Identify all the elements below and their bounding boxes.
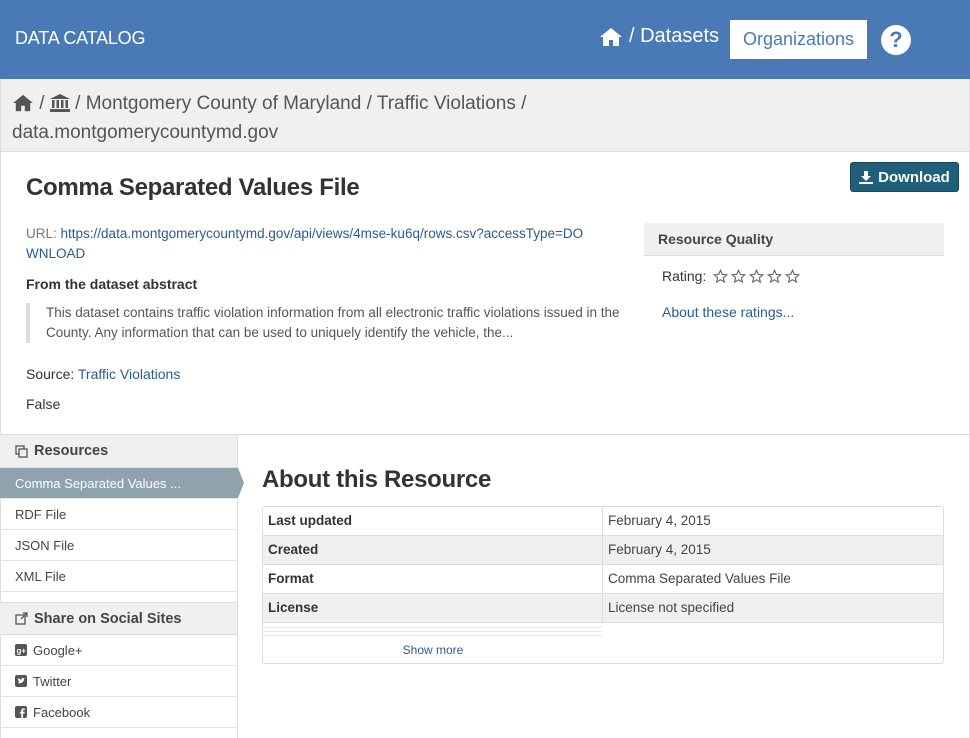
- sidebar: Resources Comma Separated Values ... RDF…: [0, 435, 244, 738]
- svg-text:g+: g+: [17, 647, 27, 656]
- breadcrumb-institution-icon[interactable]: [49, 94, 70, 120]
- share-icon: [15, 612, 28, 625]
- share-twitter[interactable]: Twitter: [0, 666, 237, 697]
- resource-url-row: URL: https://data.montgomerycountymd.gov…: [26, 224, 586, 264]
- source-link[interactable]: Traffic Violations: [78, 366, 180, 382]
- table-row: Created February 4, 2015: [263, 536, 943, 565]
- table-row: Last updated February 4, 2015: [263, 507, 943, 536]
- resource-url-link[interactable]: https://data.montgomerycountymd.gov/api/…: [26, 226, 583, 261]
- download-button[interactable]: Download: [850, 162, 959, 192]
- share-facebook[interactable]: Facebook: [0, 697, 237, 728]
- info-value: Comma Separated Values File: [608, 571, 791, 586]
- sidebar-item-xml[interactable]: XML File: [0, 561, 237, 592]
- info-key: License: [263, 594, 603, 622]
- info-value: February 4, 2015: [608, 542, 711, 557]
- breadcrumb-current-resource: data.montgomerycountymd.gov: [12, 122, 279, 143]
- sidebar-item-csv[interactable]: Comma Separated Values ...: [0, 468, 244, 499]
- share-google-plus-label: Google+: [33, 642, 83, 658]
- sidebar-item-json[interactable]: JSON File: [0, 530, 237, 561]
- twitter-icon: [15, 675, 27, 687]
- breadcrumb-home-icon[interactable]: [12, 94, 34, 120]
- breadcrumb-dataset-link[interactable]: Traffic Violations: [377, 93, 516, 114]
- help-icon[interactable]: ?: [881, 25, 911, 55]
- show-more-link[interactable]: Show more: [263, 643, 603, 657]
- masthead: DATA CATALOG / Datasets Organizations ?: [0, 0, 970, 79]
- table-row: Format Comma Separated Values File: [263, 565, 943, 594]
- star-empty-icon: [713, 268, 729, 283]
- star-empty-icon: [731, 268, 747, 283]
- sidebar-item-rdf[interactable]: RDF File: [0, 499, 237, 530]
- dataset-abstract: This dataset contains traffic violation …: [26, 303, 646, 343]
- rating-row: Rating:: [662, 268, 801, 284]
- resources-heading-label: Resources: [34, 443, 109, 459]
- nav-datasets-link[interactable]: / Datasets: [599, 25, 719, 48]
- resource-quality-heading: Resource Quality: [644, 223, 944, 256]
- star-empty-icon: [749, 268, 765, 283]
- source-row: Source: Traffic Violations: [26, 366, 180, 382]
- share-google-plus[interactable]: g+ Google+: [0, 635, 237, 666]
- facebook-icon: [15, 706, 27, 718]
- abstract-heading: From the dataset abstract: [26, 276, 198, 292]
- home-icon: [600, 27, 622, 46]
- info-key: Last updated: [263, 507, 603, 535]
- rating-stars: [713, 268, 801, 284]
- breadcrumb-separator: /: [521, 93, 527, 114]
- source-label: Source:: [26, 366, 75, 382]
- about-ratings-link[interactable]: About these ratings...: [662, 304, 794, 320]
- share-heading-label: Share on Social Sites: [34, 610, 182, 627]
- table-row: License License not specified: [263, 594, 943, 623]
- info-key: Format: [263, 565, 603, 593]
- google-plus-icon: g+: [15, 644, 27, 656]
- nav-datasets-label: / Datasets: [629, 25, 720, 47]
- nav-organizations-link[interactable]: Organizations: [730, 20, 867, 59]
- about-resource-heading: About this Resource: [262, 466, 491, 493]
- info-key: Created: [263, 536, 603, 564]
- breadcrumb: / / Montgomery County of Maryland / Traf…: [12, 91, 612, 146]
- breadcrumb-separator: /: [39, 93, 45, 114]
- share-twitter-label: Twitter: [33, 673, 72, 689]
- breadcrumb-separator: /: [75, 93, 81, 114]
- breadcrumb-separator: /: [366, 93, 372, 114]
- breadcrumb-bar: / / Montgomery County of Maryland / Traf…: [0, 79, 970, 152]
- info-value: February 4, 2015: [608, 513, 711, 528]
- star-empty-icon: [785, 268, 801, 283]
- resource-title: Comma Separated Values File: [26, 174, 360, 201]
- breadcrumb-organization-link[interactable]: Montgomery County of Maryland: [86, 93, 362, 114]
- share-heading: Share on Social Sites: [0, 602, 237, 635]
- download-icon: [859, 170, 874, 184]
- collapsed-rows-fade: [263, 624, 602, 638]
- star-empty-icon: [767, 268, 783, 283]
- copy-icon: [15, 444, 28, 458]
- brand-title[interactable]: DATA CATALOG: [15, 28, 145, 49]
- flag-text: False: [26, 396, 61, 412]
- url-label: URL:: [26, 226, 57, 241]
- rating-label: Rating:: [662, 268, 707, 284]
- resources-heading: Resources: [0, 435, 237, 468]
- download-label: Download: [878, 168, 950, 186]
- share-facebook-label: Facebook: [33, 704, 91, 720]
- resource-info-table: Last updated February 4, 2015 Created Fe…: [262, 506, 944, 664]
- info-value: License not specified: [608, 600, 735, 615]
